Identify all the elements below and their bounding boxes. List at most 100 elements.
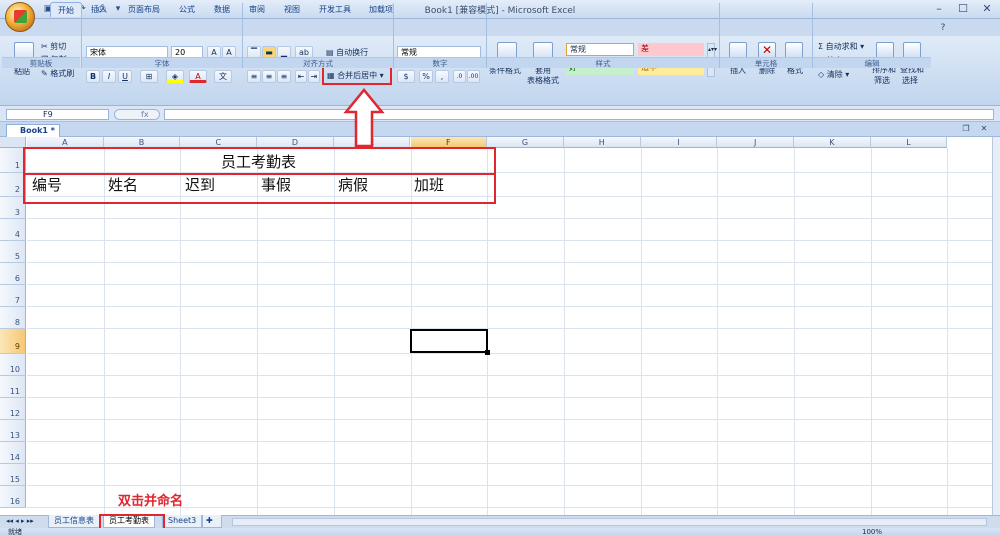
row-header-13[interactable]: 13 [0, 420, 26, 442]
help-icon[interactable]: ? [932, 21, 954, 35]
font-group-label: 字体 [82, 57, 242, 68]
restore-doc-icon[interactable]: ❐ [960, 123, 972, 135]
row-header-10[interactable]: 10 [0, 354, 26, 376]
column-header-i[interactable]: I [640, 137, 718, 148]
currency-format-icon[interactable]: $ [397, 70, 415, 83]
gridline-horizontal [27, 306, 992, 307]
align-right-icon[interactable]: ≡ [277, 70, 291, 83]
column-header-g[interactable]: G [487, 137, 564, 148]
row-header-4[interactable]: 4 [0, 219, 26, 241]
column-header-j[interactable]: J [717, 137, 794, 148]
number-group-label: 数字 [394, 57, 486, 68]
italic-button[interactable]: I [102, 70, 116, 83]
row-header-11[interactable]: 11 [0, 376, 26, 398]
close-button[interactable]: ✕ [976, 2, 998, 16]
active-cell-f9[interactable] [410, 329, 488, 353]
gridline-horizontal [27, 397, 992, 398]
cells-group-label: 单元格 [720, 57, 812, 68]
gridline-vertical [794, 148, 795, 515]
row-header-14[interactable]: 14 [0, 442, 26, 464]
column-header-h[interactable]: H [563, 137, 641, 148]
vertical-scrollbar[interactable] [992, 137, 1000, 515]
phonetic-button[interactable]: 文 [214, 70, 232, 83]
row-header-6[interactable]: 6 [0, 263, 26, 285]
column-header-k[interactable]: K [794, 137, 871, 148]
autosum-button[interactable]: Σ 自动求和 ▾ [818, 41, 864, 52]
borders-button[interactable]: ⊞ [140, 70, 158, 83]
sheet-nav-arrows-icon[interactable]: ◂◂ ◂ ▸ ▸▸ [6, 516, 34, 527]
find-select-button-line2[interactable]: 选择 [902, 75, 918, 86]
decrease-indent-icon[interactable]: ⇤ [295, 70, 307, 83]
tab-review[interactable]: 审阅 [242, 2, 272, 17]
tab-data[interactable]: 数据 [207, 2, 237, 17]
gridline-horizontal [27, 463, 992, 464]
up-arrow-annotation [343, 88, 385, 148]
ribbon-tabs [0, 19, 1000, 36]
office-button[interactable] [5, 2, 35, 32]
font-color-button[interactable]: A [189, 70, 207, 83]
tab-page-layout[interactable]: 页面布局 [121, 2, 167, 17]
maximize-button[interactable]: ☐ [952, 2, 974, 16]
name-box[interactable]: F9 [6, 109, 109, 120]
gridline-horizontal [27, 328, 992, 329]
row-header-16[interactable]: 16 [0, 486, 26, 508]
bold-button[interactable]: B [86, 70, 100, 83]
gridline-horizontal [27, 353, 992, 354]
format-painter-button[interactable]: ✎ 格式刷 [41, 68, 74, 79]
insert-sheet-icon[interactable]: ✚ [202, 515, 222, 528]
align-center-icon[interactable]: ≡ [262, 70, 276, 83]
styles-group-label: 样式 [487, 57, 719, 68]
comma-button[interactable]: , [435, 70, 449, 83]
gridline-vertical [563, 148, 565, 515]
annotation-text: 双击并命名 [118, 494, 184, 509]
gridline-horizontal [27, 419, 992, 420]
minimize-button[interactable]: – [928, 2, 950, 16]
percent-button[interactable]: % [419, 70, 433, 83]
gridline-vertical [640, 148, 642, 515]
sheet-tab-employee-info[interactable]: 员工信息表 [48, 515, 100, 528]
document-tab[interactable]: Book1 * [6, 124, 60, 137]
decrease-decimal-icon[interactable]: .00 [467, 70, 480, 83]
formula-input[interactable] [164, 109, 994, 120]
align-left-icon[interactable]: ≡ [247, 70, 261, 83]
clipboard-group-label: 剪贴板 [2, 57, 80, 68]
row-header-12[interactable]: 12 [0, 398, 26, 420]
style-bad[interactable]: 差 [638, 43, 704, 56]
row-header-7[interactable]: 7 [0, 285, 26, 307]
gridline-vertical [947, 148, 949, 515]
cut-button[interactable]: ✂ 剪切 [41, 41, 66, 52]
tab-insert[interactable]: 插入 [84, 2, 114, 17]
row-header-5[interactable]: 5 [0, 241, 26, 263]
gridline-vertical [717, 148, 719, 515]
sort-filter-button-line2[interactable]: 筛选 [874, 75, 890, 86]
fill-handle[interactable] [485, 350, 490, 355]
insert-function-button[interactable]: fx [114, 109, 160, 120]
gridline-horizontal [27, 284, 992, 285]
style-normal[interactable]: 常规 [566, 43, 634, 56]
tab-formulas[interactable]: 公式 [172, 2, 202, 17]
row-header-9[interactable]: 9 [0, 329, 26, 354]
fill-color-button[interactable]: ◈ [166, 70, 184, 83]
increase-decimal-icon[interactable]: .0 [453, 70, 466, 83]
worksheet-grid[interactable]: ABCDEFGHIJKL 12345678910111213141516 员工考… [0, 137, 992, 515]
row-header-8[interactable]: 8 [0, 307, 26, 329]
horizontal-scrollbar[interactable] [232, 518, 987, 526]
increase-indent-icon[interactable]: ⇥ [308, 70, 320, 83]
alignment-group-label: 对齐方式 [243, 57, 393, 68]
gridline-horizontal [27, 262, 992, 263]
status-bar: 就绪 100% [0, 528, 1000, 536]
tab-addins[interactable]: 加载项 [362, 2, 400, 17]
underline-button[interactable]: U [118, 70, 132, 83]
zoom-level[interactable]: 100% [862, 528, 882, 536]
close-doc-icon[interactable]: ✕ [978, 123, 990, 135]
column-header-l[interactable]: L [870, 137, 948, 148]
sheet-tab-sheet3[interactable]: Sheet3 [162, 515, 203, 528]
tab-developer[interactable]: 开发工具 [312, 2, 358, 17]
title-row-highlight [23, 147, 496, 175]
tab-home[interactable]: 开始 [50, 2, 82, 17]
table-format-button-line2[interactable]: 表格格式 [527, 75, 559, 86]
row-header-15[interactable]: 15 [0, 464, 26, 486]
tab-view[interactable]: 视图 [277, 2, 307, 17]
clear-button[interactable]: ◇ 清除 ▾ [818, 69, 849, 80]
gridline-horizontal [27, 218, 992, 219]
